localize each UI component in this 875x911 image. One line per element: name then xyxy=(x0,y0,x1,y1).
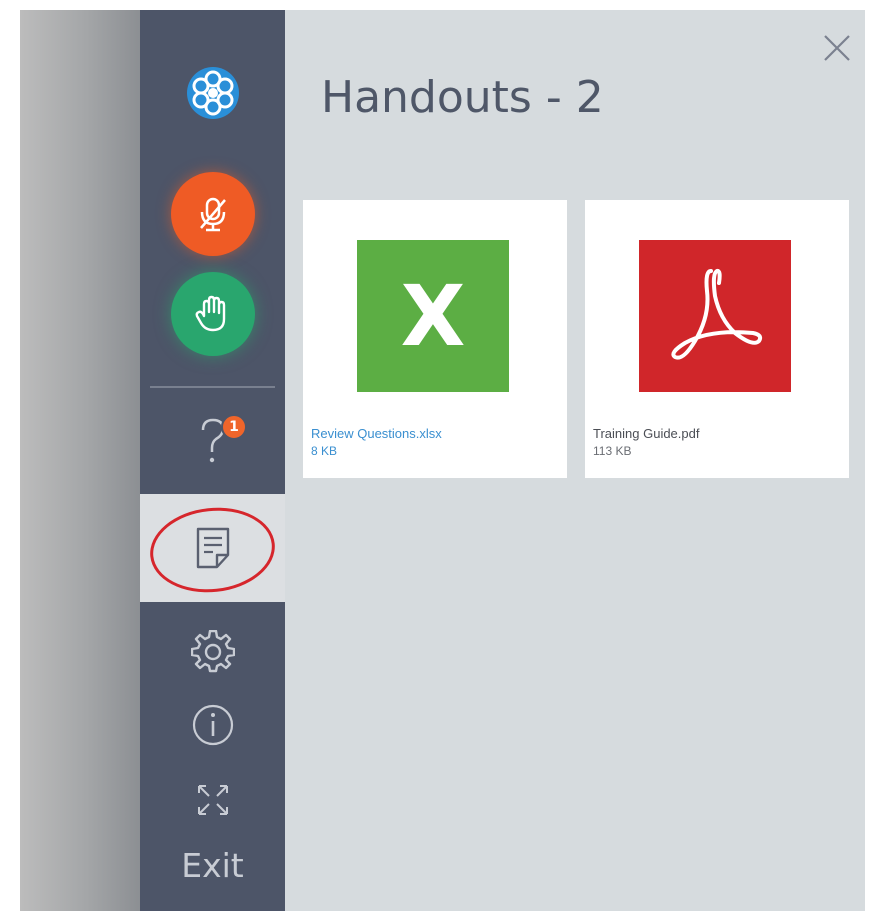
close-button[interactable] xyxy=(817,28,857,68)
handout-card[interactable]: X Review Questions.xlsx 8 KB xyxy=(303,200,567,478)
excel-letter: X xyxy=(400,267,466,365)
fullscreen-icon xyxy=(197,785,228,815)
settings-button[interactable] xyxy=(140,622,285,682)
microphone-muted-icon xyxy=(200,197,226,232)
raise-hand-button[interactable] xyxy=(171,272,255,356)
info-button[interactable] xyxy=(140,690,285,760)
excel-file-icon: X xyxy=(357,240,509,392)
pdf-file-icon xyxy=(639,240,791,392)
page-title: Handouts - 2 xyxy=(321,72,604,123)
mute-button[interactable] xyxy=(171,172,255,256)
background-area xyxy=(20,10,140,911)
handouts-button[interactable] xyxy=(140,494,285,602)
gear-icon xyxy=(190,630,235,673)
handout-size: 8 KB xyxy=(311,444,338,458)
highlight-circle xyxy=(145,501,280,599)
handout-name[interactable]: Review Questions.xlsx xyxy=(311,426,442,441)
fullscreen-button[interactable] xyxy=(140,765,285,835)
sidebar: 1 Exit xyxy=(140,10,285,911)
questions-badge: 1 xyxy=(221,414,247,440)
exit-button[interactable]: Exit xyxy=(140,846,285,885)
handout-name[interactable]: Training Guide.pdf xyxy=(593,426,699,441)
handout-size: 113 KB xyxy=(593,444,632,458)
handouts-panel: Handouts - 2 X Review Questions.xlsx 8 K… xyxy=(285,10,865,911)
sidebar-divider xyxy=(150,386,275,388)
close-icon xyxy=(824,35,850,61)
raise-hand-icon xyxy=(195,295,226,332)
handout-card[interactable]: Training Guide.pdf 113 KB xyxy=(585,200,849,478)
app-logo-icon[interactable] xyxy=(181,61,245,125)
info-icon xyxy=(192,704,233,746)
questions-button[interactable]: 1 xyxy=(140,396,285,486)
app-frame: 1 Exit Handouts - 2 X Review Questions.x… xyxy=(20,10,865,911)
